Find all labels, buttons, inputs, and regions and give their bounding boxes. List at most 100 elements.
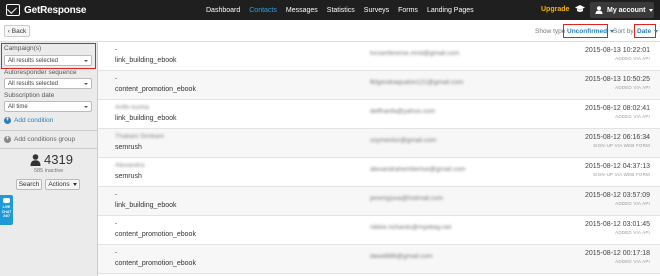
contact-count: 4319 (30, 152, 73, 167)
contact-date: 2015-08-13 10:22:01 (585, 47, 650, 54)
search-button[interactable]: Search (16, 179, 42, 190)
sort-by-dropdown[interactable]: Date (634, 24, 659, 38)
contact-row[interactable]: - link_building_ebook jeremyjuva@hotmail… (98, 187, 660, 216)
contact-email: fkfgendraqualze121@gmail.com (370, 79, 464, 86)
contact-campaign: semrush (115, 173, 142, 180)
contact-campaign: content_promotion_ebook (115, 231, 196, 238)
logo-envelope-icon (6, 4, 20, 16)
nav-contacts[interactable]: Contacts (249, 7, 277, 14)
contact-source: ADDED VIA API (615, 230, 650, 235)
divider (0, 130, 97, 131)
contact-email: szymentor@gmail.com (370, 137, 437, 144)
getresponse-logo[interactable]: GetResponse (6, 3, 86, 17)
contact-date: 2015-08-12 08:02:41 (585, 105, 650, 112)
autoresponder-select[interactable]: All results selected (4, 78, 92, 89)
contact-source: SIGN-UP VIA WEB FORM (593, 143, 650, 148)
chevron-down-icon (648, 8, 653, 12)
contact-row[interactable]: - content_promotion_ebook fkfgendraqualz… (98, 71, 660, 100)
live-chat-button[interactable]: LIVE CHAT 24/7 (0, 195, 13, 225)
campaign-select[interactable]: All results selected (4, 55, 92, 66)
campaign-select-value: All results selected (8, 57, 59, 64)
nav-landing-pages[interactable]: Landing Pages (427, 7, 474, 14)
upgrade-link[interactable]: Upgrade (541, 6, 569, 13)
contact-row[interactable]: - content_promotion_ebook dasel886@gmail… (98, 245, 660, 274)
contact-name: - (115, 75, 118, 82)
contact-name: - (115, 191, 118, 198)
live-chat-text: 24/7 (3, 214, 10, 218)
show-type-dropdown[interactable]: Unconfirmed (563, 24, 615, 38)
divider (0, 148, 97, 149)
contact-date: 2015-08-12 00:17:18 (585, 250, 650, 257)
actions-button[interactable]: Actions (45, 179, 80, 190)
contact-row[interactable]: - link_building_ebook lvcsenfererse.mnd@… (98, 42, 660, 71)
add-conditions-group-link[interactable]: + Add conditions group (4, 136, 75, 143)
contact-name: - (115, 46, 118, 53)
user-icon (595, 6, 603, 14)
contact-row[interactable]: Thabani Simbani semrush szymentor@gmail.… (98, 129, 660, 158)
contact-source: ADDED VIA API (615, 201, 650, 206)
contact-name: Alexandra (115, 162, 145, 169)
contact-row[interactable]: - content_promotion_ebook nikkie.richard… (98, 216, 660, 245)
contact-campaign: link_building_ebook (115, 202, 177, 209)
nav-statistics[interactable]: Statistics (327, 7, 355, 14)
contact-email: dasel886@gmail.com (370, 253, 433, 260)
contact-name: Thabani Simbani (115, 133, 164, 140)
contact-email: alexandrahembertse@gmail.com (370, 166, 466, 173)
show-type-label: Show type (535, 28, 566, 35)
add-conditions-group-label: Add conditions group (14, 136, 76, 143)
contact-name: - (115, 220, 118, 227)
contact-name: Anfin kumia (115, 104, 149, 111)
contact-source: ADDED VIA API (615, 56, 650, 61)
contact-campaign: link_building_ebook (115, 57, 177, 64)
subscription-date-value: All time (8, 103, 28, 110)
add-condition-label: Add condition (14, 117, 54, 124)
add-condition-link[interactable]: + Add condition (4, 117, 53, 124)
logo-text: GetResponse (24, 4, 87, 16)
inactive-count: 585 inactive (34, 168, 64, 174)
contact-email: lvcsenfererse.mnd@gmail.com (370, 50, 460, 57)
contact-campaign: content_promotion_ebook (115, 86, 196, 93)
contact-campaign: content_promotion_ebook (115, 260, 196, 267)
plus-circle-icon: + (4, 117, 11, 124)
contact-list: - link_building_ebook lvcsenfererse.mnd@… (98, 42, 660, 276)
chat-bubble-icon (3, 198, 10, 203)
autoresponder-label: Autoresponder sequence (4, 69, 77, 76)
sort-by-label: Sort by (613, 28, 634, 35)
main-nav: Dashboard Contacts Messages Statistics S… (206, 0, 483, 20)
nav-messages[interactable]: Messages (286, 7, 318, 14)
contact-email: delfhanfa@yahoo.com (370, 108, 436, 115)
chevron-down-icon (72, 183, 77, 186)
graduation-cap-icon[interactable] (575, 5, 585, 14)
contact-row[interactable]: Alexandra semrush alexandrahembertse@gma… (98, 158, 660, 187)
contact-count-value: 4319 (44, 152, 73, 167)
nav-dashboard[interactable]: Dashboard (206, 7, 240, 14)
my-account-label: My account (607, 6, 646, 14)
contact-date: 2015-08-12 03:01:45 (585, 221, 650, 228)
nav-forms[interactable]: Forms (398, 7, 418, 14)
chevron-down-icon (84, 60, 88, 62)
back-button[interactable]: ‹ Back (4, 25, 30, 37)
autoresponder-select-value: All results selected (8, 80, 59, 87)
my-account-menu[interactable]: My account (590, 2, 654, 18)
contact-name: - (115, 249, 118, 256)
contact-source: ADDED VIA API (615, 259, 650, 264)
chevron-down-icon (654, 29, 659, 33)
person-icon (30, 153, 41, 166)
plus-circle-icon: + (4, 136, 11, 143)
contact-date: 2015-08-13 10:50:25 (585, 76, 650, 83)
subscription-date-label: Subscription date (4, 92, 55, 99)
actions-label: Actions (48, 181, 70, 188)
contact-date: 2015-08-12 03:57:09 (585, 192, 650, 199)
contacts-toolbar: ‹ Back Show type Unconfirmed Sort by Dat… (0, 20, 660, 42)
contact-date: 2015-08-12 04:37:13 (585, 163, 650, 170)
contact-source: ADDED VIA API (615, 114, 650, 119)
nav-surveys[interactable]: Surveys (364, 7, 389, 14)
contact-row[interactable]: Anfin kumia link_building_ebook delfhanf… (98, 100, 660, 129)
contact-email: nikkie.richards@myebay.net (370, 224, 452, 231)
contact-source: SIGN-UP VIA WEB FORM (593, 172, 650, 177)
subscription-date-select[interactable]: All time (4, 101, 92, 112)
chevron-down-icon (84, 106, 88, 108)
contact-email: jeremyjuva@hotmail.com (370, 195, 444, 202)
chevron-down-icon (84, 83, 88, 85)
contact-source: ADDED VIA API (615, 85, 650, 90)
